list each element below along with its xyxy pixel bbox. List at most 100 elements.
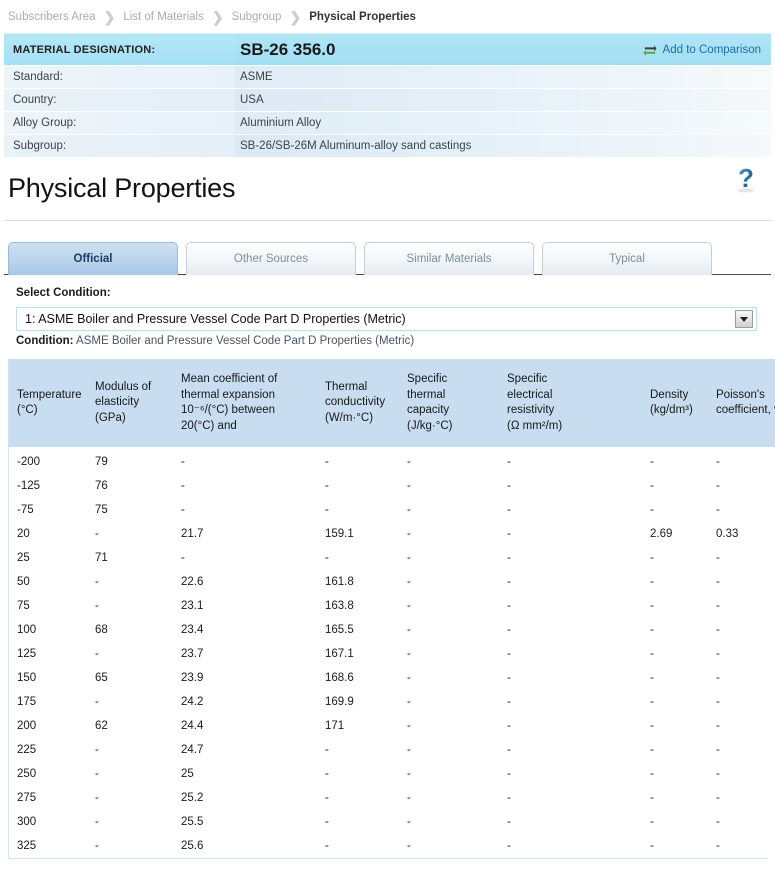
add-to-comparison-button[interactable]: Add to Comparison bbox=[643, 44, 761, 56]
cell-specific-electrical-resistivity: - bbox=[499, 714, 642, 738]
cell-thermal-conductivity: - bbox=[317, 498, 399, 522]
cell-specific-thermal-capacity: - bbox=[399, 498, 499, 522]
cell-density: - bbox=[642, 498, 708, 522]
cell-specific-electrical-resistivity: - bbox=[499, 498, 642, 522]
cell-specific-thermal-capacity: - bbox=[399, 474, 499, 498]
cell-density: - bbox=[642, 690, 708, 714]
cell-thermal-conductivity: 161.8 bbox=[317, 570, 399, 594]
breadcrumb: Subscribers Area ❯ List of Materials ❯ S… bbox=[0, 0, 775, 33]
breadcrumb-item-subgroup[interactable]: Subgroup bbox=[232, 11, 282, 23]
cell-specific-electrical-resistivity: - bbox=[499, 447, 642, 474]
cell-mean-coefficient-thermal-expansion: 25.5 bbox=[173, 810, 317, 834]
cell-mean-coefficient-thermal-expansion: 22.6 bbox=[173, 570, 317, 594]
cell-temperature: -125 bbox=[9, 474, 87, 498]
breadcrumb-item-subscribers-area[interactable]: Subscribers Area bbox=[8, 11, 96, 23]
dropdown-arrow-button[interactable] bbox=[735, 310, 753, 328]
cell-density: - bbox=[642, 834, 708, 858]
column-header-temperature: Temperature (°C) bbox=[9, 359, 87, 447]
table-header-row: Temperature (°C) Modulus of elasticity (… bbox=[9, 359, 775, 447]
header-line: Temperature bbox=[17, 388, 82, 401]
cell-temperature: 125 bbox=[9, 642, 87, 666]
cell-specific-thermal-capacity: - bbox=[399, 666, 499, 690]
cell-specific-electrical-resistivity: - bbox=[499, 762, 642, 786]
cell-modulus-of-elasticity: - bbox=[87, 570, 173, 594]
header-line: resistivity bbox=[507, 404, 555, 416]
cell-poissons-coefficient: - bbox=[708, 690, 775, 714]
material-designation-value-cell: SB-26 356.0 Add to Comparison bbox=[235, 34, 771, 65]
header-line: thermal expansion bbox=[181, 388, 275, 401]
cell-modulus-of-elasticity: - bbox=[87, 738, 173, 762]
cell-poissons-coefficient: 0.33 bbox=[708, 522, 775, 546]
cell-temperature: 200 bbox=[9, 714, 87, 738]
cell-thermal-conductivity: - bbox=[317, 738, 399, 762]
help-question-mark-icon[interactable]: ? bbox=[733, 165, 759, 195]
cell-temperature: 300 bbox=[9, 810, 87, 834]
properties-table: Temperature (°C) Modulus of elasticity (… bbox=[9, 359, 775, 858]
cell-thermal-conductivity: 169.9 bbox=[317, 690, 399, 714]
header-line: Specific bbox=[407, 373, 448, 385]
cell-poissons-coefficient: - bbox=[708, 834, 775, 858]
condition-select[interactable]: 1: ASME Boiler and Pressure Vessel Code … bbox=[16, 307, 757, 331]
cell-specific-thermal-capacity: - bbox=[399, 618, 499, 642]
column-header-poissons-coefficient: Poisson's coefficient, v bbox=[708, 359, 775, 447]
cell-specific-electrical-resistivity: - bbox=[499, 810, 642, 834]
cell-specific-electrical-resistivity: - bbox=[499, 738, 642, 762]
page-title-bar: Physical Properties ? bbox=[0, 157, 775, 220]
material-country-label: Country: bbox=[4, 89, 235, 111]
material-info-row: Subgroup: SB-26/SB-26M Aluminum-alloy sa… bbox=[4, 134, 771, 157]
cell-specific-electrical-resistivity: - bbox=[499, 642, 642, 666]
tab-typical[interactable]: Typical bbox=[542, 242, 712, 275]
header-line: (GPa) bbox=[95, 411, 126, 424]
header-line: Density bbox=[650, 388, 689, 401]
cell-specific-electrical-resistivity: - bbox=[499, 546, 642, 570]
cell-temperature: 50 bbox=[9, 570, 87, 594]
condition-summary: Condition: ASME Boiler and Pressure Vess… bbox=[16, 335, 767, 347]
condition-summary-value: ASME Boiler and Pressure Vessel Code Par… bbox=[76, 335, 415, 347]
cell-specific-thermal-capacity: - bbox=[399, 522, 499, 546]
cell-thermal-conductivity: - bbox=[317, 810, 399, 834]
material-subgroup-value: SB-26/SB-26M Aluminum-alloy sand casting… bbox=[235, 135, 771, 157]
material-country-value: USA bbox=[235, 89, 771, 111]
table-row: 150 65 23.9 168.6- - - - bbox=[9, 666, 775, 690]
header-line: thermal bbox=[407, 388, 446, 401]
cell-poissons-coefficient: - bbox=[708, 546, 775, 570]
column-header-specific-electrical-resistivity: Specific electrical resistivity (Ω mm²/m… bbox=[499, 359, 642, 447]
cell-thermal-conductivity: - bbox=[317, 786, 399, 810]
tab-similar-materials[interactable]: Similar Materials bbox=[364, 242, 534, 275]
header-line: Poisson's bbox=[716, 388, 765, 401]
column-header-density: Density (kg/dm³) bbox=[642, 359, 708, 447]
tab-other-sources[interactable]: Other Sources bbox=[186, 242, 356, 275]
cell-specific-electrical-resistivity: - bbox=[499, 594, 642, 618]
cell-temperature: 150 bbox=[9, 666, 87, 690]
cell-mean-coefficient-thermal-expansion: 23.7 bbox=[173, 642, 317, 666]
cell-temperature: 20 bbox=[9, 522, 87, 546]
condition-summary-prefix: Condition: bbox=[16, 335, 74, 347]
tab-official[interactable]: Official bbox=[8, 242, 178, 275]
cell-mean-coefficient-thermal-expansion: 25 bbox=[173, 762, 317, 786]
select-condition-label: Select Condition: bbox=[16, 287, 111, 299]
cell-mean-coefficient-thermal-expansion: 25.2 bbox=[173, 786, 317, 810]
cell-specific-thermal-capacity: - bbox=[399, 642, 499, 666]
header-line: (J/kg·°C) bbox=[407, 419, 453, 432]
page-root: Subscribers Area ❯ List of Materials ❯ S… bbox=[0, 0, 775, 881]
material-alloy-group-label: Alloy Group: bbox=[4, 112, 235, 134]
cell-thermal-conductivity: 163.8 bbox=[317, 594, 399, 618]
condition-section: Select Condition: 1: ASME Boiler and Pre… bbox=[0, 275, 775, 347]
cell-poissons-coefficient: - bbox=[708, 642, 775, 666]
header-line: (W/m·°C) bbox=[325, 411, 374, 424]
cell-mean-coefficient-thermal-expansion: 23.4 bbox=[173, 618, 317, 642]
cell-modulus-of-elasticity: 62 bbox=[87, 714, 173, 738]
header-line: 10⁻⁶/(°C) between bbox=[181, 404, 276, 416]
properties-table-body: -200 79- - - - - - -125 76- - - - - - -75 75- - - - - -20-21… bbox=[9, 447, 775, 858]
cell-poissons-coefficient: - bbox=[708, 447, 775, 474]
cell-specific-thermal-capacity: - bbox=[399, 546, 499, 570]
column-header-specific-thermal-capacity: Specific thermal capacity (J/kg·°C) bbox=[399, 359, 499, 447]
cell-modulus-of-elasticity: 76 bbox=[87, 474, 173, 498]
material-alloy-group-value: Aluminium Alloy bbox=[235, 112, 771, 134]
breadcrumb-item-list-of-materials[interactable]: List of Materials bbox=[123, 11, 204, 23]
cell-specific-electrical-resistivity: - bbox=[499, 786, 642, 810]
cell-specific-thermal-capacity: - bbox=[399, 738, 499, 762]
cell-temperature: 250 bbox=[9, 762, 87, 786]
cell-specific-thermal-capacity: - bbox=[399, 447, 499, 474]
cell-mean-coefficient-thermal-expansion: - bbox=[173, 447, 317, 474]
